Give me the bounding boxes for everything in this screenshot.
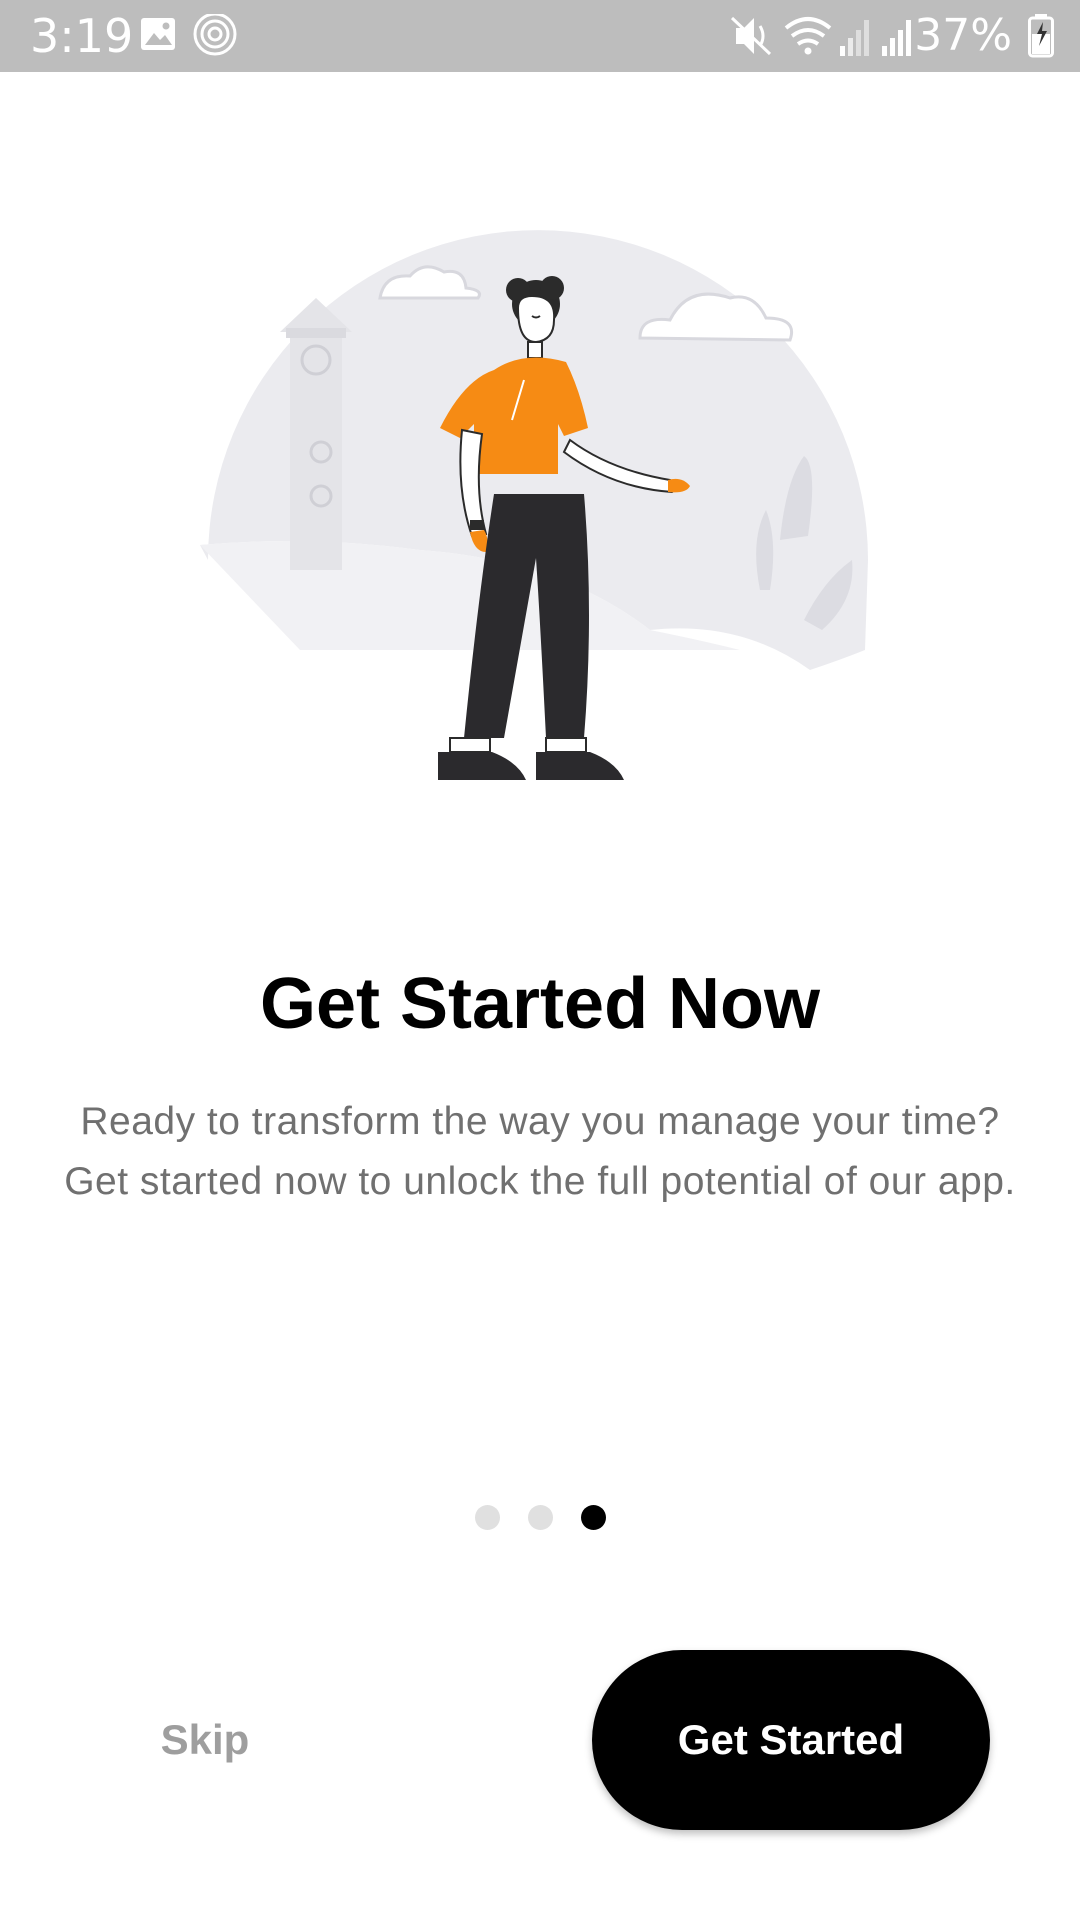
get-started-button[interactable]: Get Started [592,1650,990,1830]
page-indicator [0,1505,1080,1531]
signal-icon [882,20,911,56]
page-dot-1[interactable] [474,1505,500,1530]
mute-vibrate-icon [730,16,772,56]
shazam-icon [193,14,237,56]
onboarding-illustration [200,230,868,780]
status-left-icons [141,14,237,56]
battery-charging-icon [1028,14,1054,58]
wifi-icon [784,17,832,55]
onboarding-title: Get Started Now [259,964,821,1044]
lighthouse-shape [280,298,352,570]
page-dot-3-active[interactable] [580,1505,606,1530]
onboarding-description: Ready to transform the way you manage yo… [64,1100,1016,1203]
status-bar: 3:19 37% [0,0,1080,72]
skip-button[interactable]: Skip [120,1700,290,1780]
status-right-icons [730,16,911,56]
page-dot-2[interactable] [527,1505,553,1530]
signal-icon [840,20,869,56]
battery-percent: 37% [914,10,1012,61]
gallery-icon [141,18,175,50]
status-time: 3:19 [30,9,134,63]
